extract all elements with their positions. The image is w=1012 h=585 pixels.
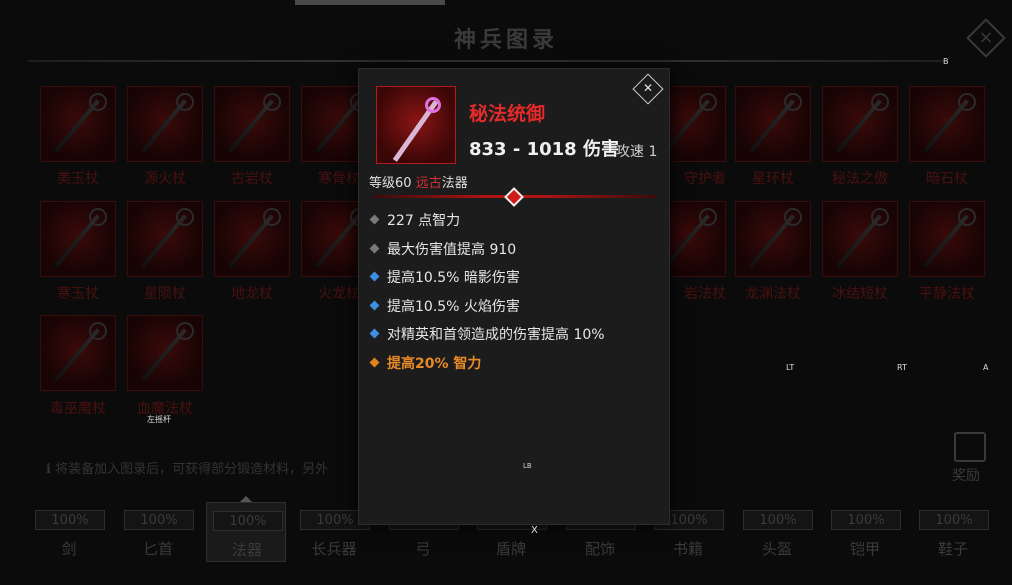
title-divider (28, 60, 948, 62)
tab-label: 剑 (61, 540, 77, 558)
tab-label: 弓 (415, 540, 431, 558)
weapon-cell-10[interactable] (127, 201, 203, 277)
item-level: 等级60 远古法器 (369, 172, 468, 191)
tab-label: 长兵器 (311, 540, 357, 558)
stat-text: 提高10.5% 火焰伤害 (387, 299, 520, 315)
close-icon: × (978, 27, 994, 48)
diamond-bullet-icon (369, 243, 380, 253)
stat-text: 227 点智力 (387, 213, 461, 229)
weapon-name: 古岩杖 (231, 171, 273, 187)
weapon-name: 源火杖 (144, 171, 186, 187)
diamond-bullet-icon (369, 271, 380, 281)
weapon-name: 暗石杖 (926, 171, 968, 187)
divider-diamond-icon (504, 187, 524, 207)
weapon-cell-18[interactable] (127, 315, 203, 391)
tab-label: 配饰 (584, 540, 615, 558)
weapon-name: 星环杖 (752, 171, 794, 187)
weapon-cell-1[interactable] (40, 86, 116, 162)
weapon-cell-2[interactable] (127, 86, 203, 162)
hint-x: X (531, 525, 538, 536)
weapon-cell-16[interactable] (909, 201, 985, 277)
stat-line: 对精英和首领造成的伤害提高 10% (369, 324, 605, 344)
weapon-cell-11[interactable] (214, 201, 290, 277)
tab-label: 鞋子 (937, 540, 968, 558)
weapon-cell-6[interactable] (735, 86, 811, 162)
tab-magic-tool[interactable]: 100% 法器 (206, 502, 286, 562)
weapon-name: 冰结短杖 (832, 286, 888, 302)
weapon-name: 秘法之傲 (832, 171, 888, 187)
tab-label: 法器 (231, 541, 262, 559)
weapon-name: 寒玉杖 (57, 286, 99, 302)
level-text: 等级60 (369, 176, 412, 191)
diamond-bullet-icon (369, 300, 380, 310)
hint-lt: LT (786, 363, 795, 372)
hint-rt: RT (897, 363, 907, 372)
tab-helmet[interactable]: 100% 头盔 (737, 502, 817, 562)
diamond-bullet-icon (369, 328, 380, 338)
tab-progress: 100% (35, 510, 105, 530)
tab-dagger[interactable]: 100% 匕首 (118, 502, 198, 562)
weapon-name: 龙渊法杖 (745, 286, 801, 302)
diamond-bullet-icon (369, 214, 380, 224)
tab-armor[interactable]: 100% 铠甲 (825, 502, 905, 562)
tab-shoes[interactable]: 100% 鞋子 (913, 502, 993, 562)
weapon-cell-7[interactable] (822, 86, 898, 162)
page-title: 神兵图录 (453, 28, 558, 53)
gift-icon[interactable] (954, 432, 986, 462)
weapon-cell-15[interactable] (822, 201, 898, 277)
weapon-cell-9[interactable] (40, 201, 116, 277)
item-damage: 833 - 1018 伤害 (469, 139, 619, 160)
stat-text: 对精英和首领造成的伤害提高 10% (387, 327, 605, 343)
weapon-name: 星陨杖 (144, 286, 186, 302)
tab-sword[interactable]: 100% 剑 (29, 502, 109, 562)
tab-label: 铠甲 (849, 540, 880, 558)
hint-lb: LB (523, 462, 532, 470)
tab-progress: 100% (831, 510, 901, 530)
tab-label: 盾牌 (495, 540, 526, 558)
weapon-name: 地龙杖 (231, 286, 273, 302)
tab-progress: 100% (213, 511, 283, 531)
stat-line: 提高10.5% 暗影伤害 (369, 267, 520, 287)
weapon-name: 毒巫魔杖 (50, 401, 106, 417)
diamond-bullet-icon (369, 357, 380, 367)
tab-progress: 100% (124, 510, 194, 530)
stat-text: 提高10.5% 暗影伤害 (387, 270, 520, 286)
weapon-cell-14[interactable] (735, 201, 811, 277)
hint-a: A (983, 363, 989, 372)
info-note: ℹ 将装备加入图录后，可获得部分锻造材料，另外 (46, 462, 329, 477)
stat-line-legendary: 提高20% 智力 (369, 353, 482, 373)
stat-line: 227 点智力 (369, 210, 461, 230)
tab-label: 匕首 (142, 540, 173, 558)
close-icon: ✕ (642, 81, 654, 95)
tab-label: 书籍 (672, 540, 703, 558)
tab-progress: 100% (919, 510, 989, 530)
tab-label: 头盔 (761, 540, 792, 558)
tooltip-close-button[interactable]: ✕ (632, 73, 664, 105)
item-attack-speed: 攻速 1 (616, 144, 658, 160)
weapon-name: 平静法杖 (919, 286, 975, 302)
hint-left-stick: 左摇杆 (147, 415, 171, 424)
item-tooltip: 秘法统御 833 - 1018 伤害 攻速 1 ✕ 等级60 远古法器 227 … (358, 68, 670, 536)
top-scroll-indicator (295, 0, 445, 5)
hint-b: B (943, 57, 949, 66)
weapon-cell-3[interactable] (214, 86, 290, 162)
reward-label[interactable]: 奖励 (952, 465, 980, 485)
staff-icon (376, 86, 456, 164)
rarity-tag: 远古 (415, 176, 442, 191)
weapon-cell-8[interactable] (909, 86, 985, 162)
weapon-name: 美玉杖 (57, 171, 99, 187)
stat-text: 提高20% 智力 (387, 356, 482, 372)
item-name: 秘法统御 (469, 103, 546, 125)
stat-line: 提高10.5% 火焰伤害 (369, 296, 520, 316)
stat-text: 最大伤害值提高 910 (387, 242, 517, 258)
tab-progress: 100% (743, 510, 813, 530)
item-type: 法器 (441, 176, 468, 191)
stat-line: 最大伤害值提高 910 (369, 239, 517, 259)
weapon-cell-17[interactable] (40, 315, 116, 391)
